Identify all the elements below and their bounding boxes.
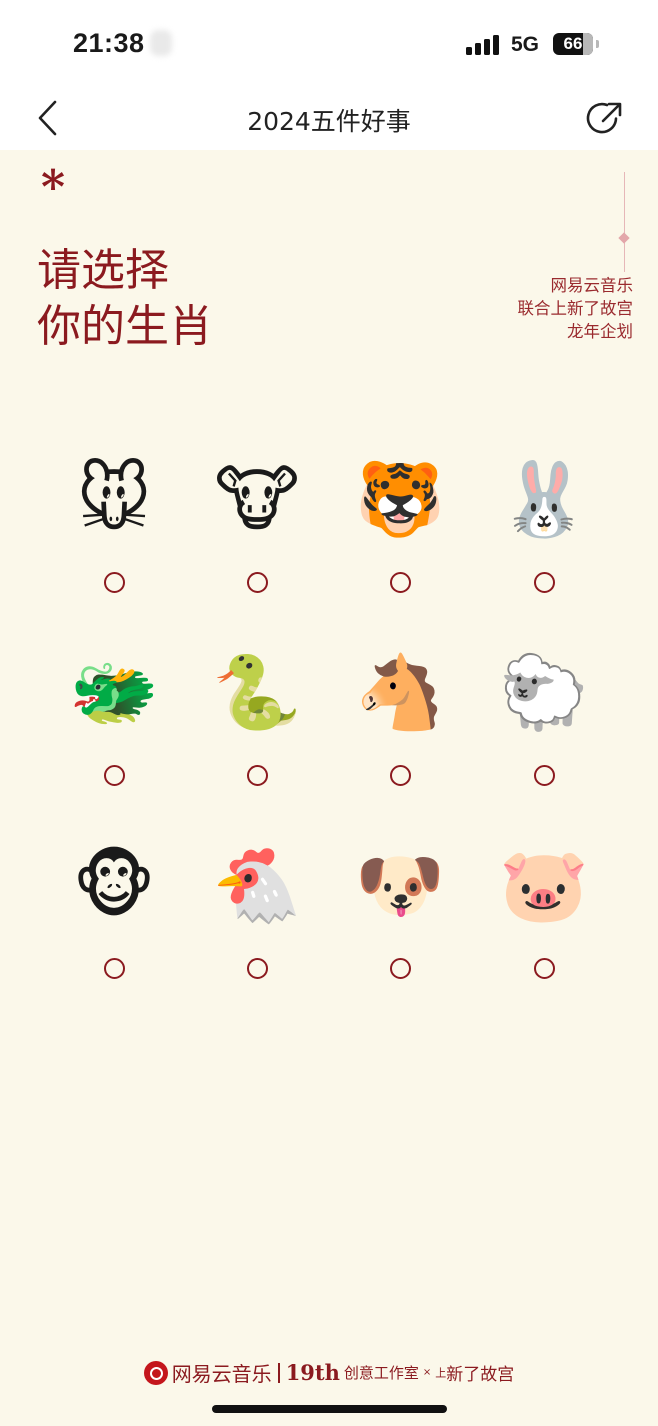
status-bar: 21:38 5G 66 xyxy=(0,0,658,88)
blurred-indicator xyxy=(150,30,172,56)
zodiac-option[interactable]: 🐍 xyxy=(197,647,317,797)
zodiac-radio-button[interactable] xyxy=(104,765,125,786)
zodiac-emoji-icon: 🐑 xyxy=(499,650,589,734)
zodiac-radio-button[interactable] xyxy=(104,958,125,979)
zodiac-emoji-icon: 🐶 xyxy=(355,843,445,927)
zodiac-option[interactable]: 🐯 xyxy=(340,454,460,604)
brand-line-3: 龙年企划 xyxy=(567,322,633,341)
zodiac-emoji-icon: 🐭 xyxy=(76,457,152,541)
zodiac-option[interactable]: 🐑 xyxy=(484,647,604,797)
status-time: 21:38 xyxy=(73,28,145,58)
zodiac-emoji-icon: 🐷 xyxy=(499,843,589,927)
cellular-signal-icon xyxy=(466,33,502,55)
footer-partner: 新了故宫 xyxy=(446,1365,515,1385)
battery-level: 66 xyxy=(563,34,583,53)
zodiac-option[interactable]: 🐔 xyxy=(197,840,317,990)
home-indicator xyxy=(212,1405,447,1413)
battery-tip xyxy=(596,40,599,48)
footer-brand: 网易云音乐 xyxy=(171,1362,272,1386)
zodiac-emoji-icon: 🐍 xyxy=(212,650,302,734)
headline-line-1: 请选择 xyxy=(37,245,169,296)
zodiac-radio-button[interactable] xyxy=(247,572,268,593)
battery-icon: 66 xyxy=(553,33,593,55)
zodiac-radio-button[interactable] xyxy=(390,765,411,786)
asterisk-mark: * xyxy=(41,160,66,214)
zodiac-option[interactable]: 🐰 xyxy=(484,454,604,604)
headline-line-2: 你的生肖 xyxy=(37,301,213,352)
decorative-line xyxy=(624,172,625,272)
network-type: 5G xyxy=(511,33,540,56)
zodiac-option[interactable]: 🐮 xyxy=(197,454,317,604)
footer-divider xyxy=(277,1362,280,1383)
nav-bar: 2024五件好事 xyxy=(0,88,658,150)
page-title: 2024五件好事 xyxy=(247,107,411,136)
zodiac-option[interactable]: 🐵 xyxy=(54,840,174,990)
diamond-icon xyxy=(618,232,630,244)
zodiac-radio-button[interactable] xyxy=(390,958,411,979)
zodiac-radio-button[interactable] xyxy=(390,572,411,593)
zodiac-radio-button[interactable] xyxy=(534,572,555,593)
brand-line-1: 网易云音乐 xyxy=(550,276,634,295)
zodiac-emoji-icon: 🐮 xyxy=(214,457,300,541)
zodiac-option[interactable]: 🐴 xyxy=(340,647,460,797)
footer-cross: × xyxy=(422,1367,432,1378)
footer-partner-prefix: 上 xyxy=(435,1366,447,1380)
zodiac-radio-button[interactable] xyxy=(534,765,555,786)
zodiac-option[interactable]: 🐷 xyxy=(484,840,604,990)
share-icon xyxy=(586,102,622,134)
zodiac-emoji-icon: 🐯 xyxy=(355,457,445,541)
share-button[interactable] xyxy=(586,98,626,138)
headline: 请选择 你的生肖 xyxy=(37,243,213,355)
zodiac-radio-button[interactable] xyxy=(534,958,555,979)
zodiac-emoji-icon: 🐵 xyxy=(72,843,156,927)
zodiac-radio-button[interactable] xyxy=(247,958,268,979)
zodiac-emoji-icon: 🐔 xyxy=(212,843,302,927)
footer-studio-number: 19th xyxy=(285,1360,340,1385)
brand-line-2: 联合上新了故宫 xyxy=(517,299,634,318)
zodiac-option[interactable]: 🐭 xyxy=(54,454,174,604)
netease-music-logo-icon xyxy=(143,1360,168,1385)
zodiac-emoji-icon: 🐴 xyxy=(355,650,445,734)
zodiac-option[interactable]: 🐶 xyxy=(340,840,460,990)
footer-logos: 网易云音乐 19th 创意工作室 × 上新了故宫 xyxy=(0,1358,658,1387)
zodiac-radio-button[interactable] xyxy=(247,765,268,786)
zodiac-radio-button[interactable] xyxy=(104,572,125,593)
zodiac-emoji-icon: 🐰 xyxy=(499,457,589,541)
zodiac-emoji-icon: 🐲 xyxy=(69,650,159,734)
footer-studio: 创意工作室 xyxy=(343,1364,419,1382)
brand-credit: 网易云音乐 联合上新了故宫 龙年企划 xyxy=(518,274,634,343)
zodiac-option[interactable]: 🐲 xyxy=(54,647,174,797)
